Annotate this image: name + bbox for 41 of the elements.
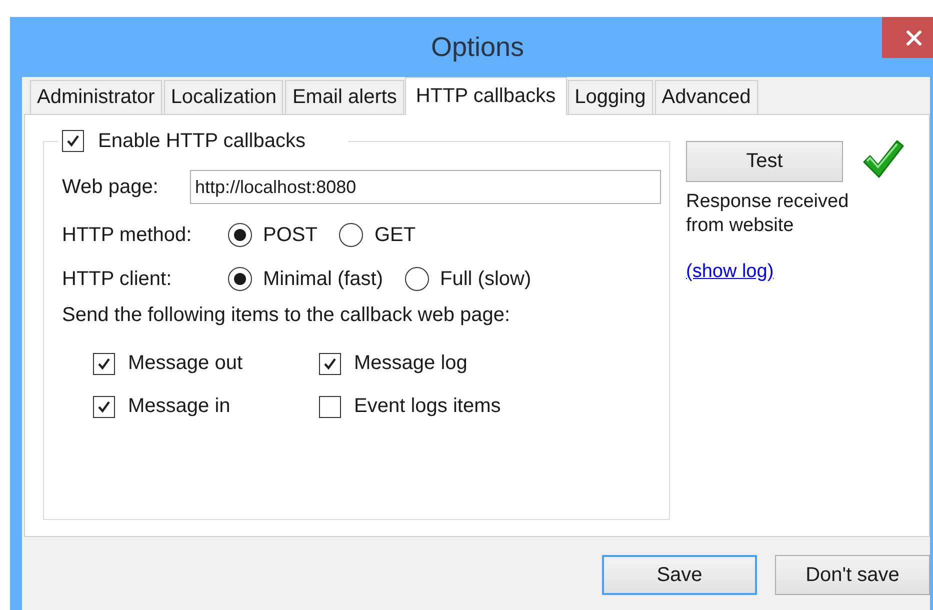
field-label: Web page: — [62, 176, 160, 198]
checkbox-label: Message out — [128, 352, 243, 375]
dialog-button[interactable]: Don't save — [775, 555, 930, 595]
checkbox-label: Enable HTTP callbacks — [98, 130, 306, 152]
close-button[interactable] — [882, 17, 933, 58]
test-button[interactable]: Test — [686, 141, 843, 182]
checkbox[interactable] — [62, 130, 84, 152]
radio-button[interactable] — [228, 267, 252, 291]
checkbox[interactable] — [319, 352, 341, 374]
checkbox[interactable] — [319, 396, 341, 418]
instruction-text: Send the following items to the callback web page: — [62, 304, 510, 327]
radio-button[interactable] — [339, 223, 364, 247]
tab[interactable]: HTTP callbacks — [404, 77, 567, 115]
checkbox[interactable] — [93, 396, 115, 418]
checkbox-label: Message log — [354, 352, 468, 375]
radio-label: POST — [263, 224, 318, 246]
field-label: HTTP method: — [62, 224, 193, 246]
field-label: HTTP client: — [62, 268, 173, 290]
radio-button[interactable] — [228, 223, 252, 247]
url-field[interactable]: http://localhost:8080 — [190, 170, 661, 204]
check-icon — [96, 398, 112, 414]
check-icon — [65, 133, 81, 149]
tab[interactable]: Administrator — [30, 80, 162, 114]
window-title: Options — [430, 32, 524, 62]
radio-label: Full (slow) — [440, 268, 532, 290]
radio-button[interactable] — [405, 267, 430, 291]
dialog-button[interactable]: Save — [602, 555, 757, 595]
checkbox[interactable] — [93, 352, 115, 374]
show-log-link[interactable]: (show log) — [686, 261, 774, 283]
check-icon — [322, 356, 338, 372]
checkbox-label: Message in — [128, 395, 230, 418]
radio-label: Minimal (fast) — [263, 268, 384, 290]
check-icon — [96, 356, 112, 372]
tab[interactable]: Email alerts — [285, 80, 404, 114]
tab[interactable]: Advanced — [654, 80, 758, 114]
status-text: Response received from website — [686, 190, 850, 238]
close-icon — [906, 30, 922, 46]
checkbox-label: Event logs items — [354, 395, 501, 418]
tab[interactable]: Logging — [568, 80, 653, 114]
tab[interactable]: Localization — [164, 80, 284, 114]
radio-label: GET — [374, 224, 416, 246]
